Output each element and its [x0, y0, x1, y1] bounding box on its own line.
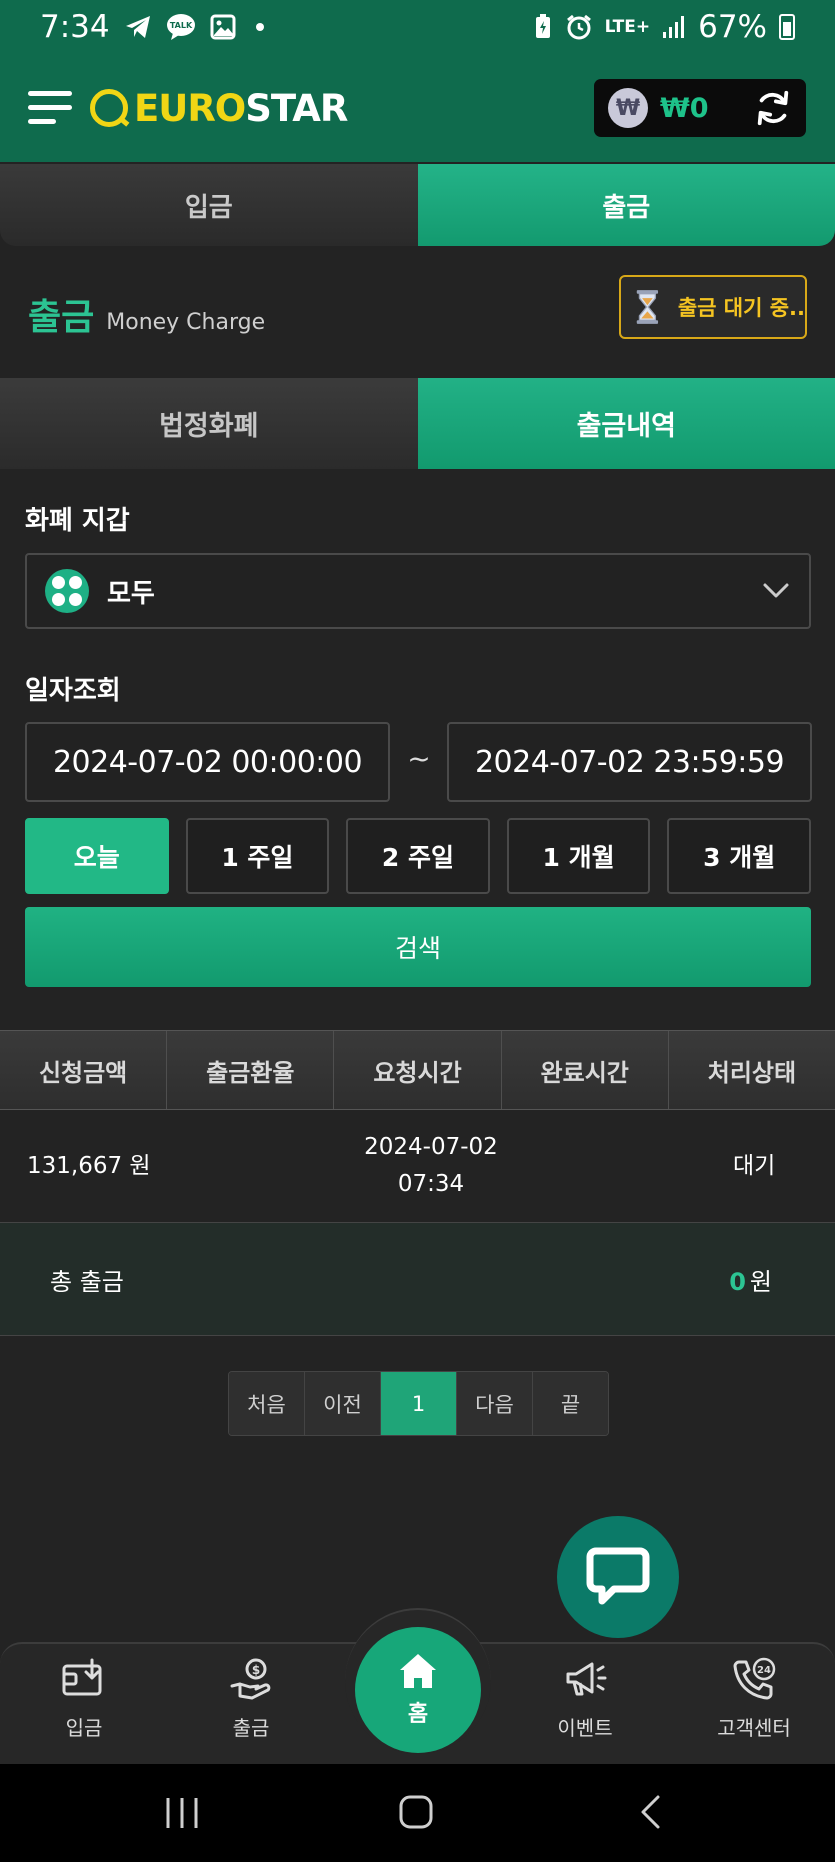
talk-icon: TALK — [166, 14, 195, 40]
cell-request-time: 2024-07-02 07:34 — [350, 1110, 512, 1222]
logo-mark-icon — [90, 89, 128, 127]
all-grid-icon — [45, 569, 89, 613]
pagination: 처음 이전 1 다음 끝 — [228, 1371, 609, 1436]
period-buttons: 오늘 1 주일 2 주일 1 개월 3 개월 — [25, 818, 811, 894]
nav-deposit[interactable]: 입금 — [14, 1656, 154, 1756]
column-header-status: 처리상태 — [707, 1058, 797, 1087]
status-bar: 7:34 TALK LTE+ 67% — [0, 0, 835, 54]
section-subtitle: Money Charge — [106, 310, 266, 335]
nav-support-label: 고객센터 — [717, 1716, 791, 1740]
won-coin-icon: ₩ — [608, 88, 648, 128]
menu-icon[interactable] — [28, 88, 74, 128]
battery-percent: 67% — [698, 9, 767, 45]
column-header-request-time: 요청시간 — [334, 1031, 502, 1109]
column-header-rate: 출금환율 — [167, 1031, 335, 1109]
date-separator: ~ — [407, 742, 431, 775]
cell-request-clock: 07:34 — [397, 1171, 465, 1197]
svg-text:24: 24 — [757, 1665, 771, 1676]
page-next-button[interactable]: 다음 — [457, 1372, 533, 1435]
cell-request-date: 2024-07-02 — [364, 1134, 498, 1160]
page-last-button[interactable]: 끝 — [533, 1372, 608, 1435]
eurostar-logo[interactable]: EUROSTAR — [90, 86, 348, 130]
section-title-ko: 출금 — [28, 297, 95, 338]
cell-rate — [189, 1110, 351, 1222]
column-header-complete-time: 완료시간 — [502, 1031, 669, 1109]
chat-button[interactable] — [557, 1516, 679, 1638]
page-first-button[interactable]: 처음 — [229, 1372, 305, 1435]
wallet-label: 화폐 지갑 — [25, 506, 130, 536]
tab-withdraw-history[interactable]: 출금내역 — [417, 378, 835, 469]
chat-bubble-icon — [586, 1547, 650, 1605]
wallet-deposit-icon — [62, 1658, 102, 1696]
wallet-selected-value: 모두 — [107, 578, 155, 609]
telegram-icon — [125, 16, 150, 38]
period-3month-button[interactable]: 3 개월 — [667, 818, 811, 894]
nav-event-label: 이벤트 — [557, 1716, 613, 1740]
total-row: 총 출금 0원 — [0, 1223, 835, 1336]
wallet-select[interactable]: 모두 — [25, 553, 811, 629]
period-1month-button[interactable]: 1 개월 — [506, 818, 651, 894]
phone-24-icon: 24 — [733, 1657, 776, 1700]
battery-saver-icon — [535, 14, 550, 38]
home-icon — [400, 1654, 436, 1688]
refresh-icon[interactable] — [754, 89, 792, 127]
table-header: 신청금액 출금환율 요청시간 완료시간 처리상태 — [0, 1030, 835, 1110]
signal-icon — [663, 16, 685, 38]
balance-box: ₩ ₩0 — [594, 79, 806, 137]
cell-complete-time — [512, 1110, 674, 1222]
page-prev-button[interactable]: 이전 — [305, 1372, 381, 1435]
withdraw-pending-button[interactable]: 출금 대기 중.. — [619, 275, 807, 339]
nav-deposit-label: 입금 — [65, 1716, 103, 1740]
cell-amount: 131,667 원 — [27, 1152, 151, 1179]
period-today-button[interactable]: 오늘 — [25, 818, 169, 894]
hourglass-icon — [636, 290, 659, 324]
column-header-amount: 신청금액 — [0, 1031, 168, 1109]
nav-withdraw[interactable]: $ 출금 — [181, 1656, 321, 1756]
search-button[interactable]: 검색 — [25, 907, 811, 987]
nav-event[interactable]: 이벤트 — [515, 1656, 655, 1756]
date-search-label: 일자조회 — [25, 676, 121, 706]
svg-text:$: $ — [252, 1663, 260, 1677]
gallery-icon — [210, 14, 236, 40]
total-unit: 원 — [749, 1267, 772, 1296]
end-date-input[interactable]: 2024-07-02 23:59:59 — [447, 722, 812, 802]
section-title: 출금 Money Charge — [28, 288, 265, 340]
tab-deposit[interactable]: 입금 — [0, 164, 418, 246]
alarm-icon — [566, 14, 591, 40]
notification-dot-icon — [255, 23, 264, 31]
page-current-button[interactable]: 1 — [381, 1372, 457, 1435]
battery-icon — [779, 14, 795, 40]
recent-apps-icon[interactable] — [164, 1796, 200, 1830]
status-time: 7:34 — [40, 9, 110, 45]
sub-tabs: 법정화폐 출금내역 — [0, 378, 835, 469]
megaphone-icon — [566, 1662, 607, 1696]
nav-support[interactable]: 24 고객센터 — [684, 1656, 824, 1756]
nav-home-label: 홈 — [407, 1702, 429, 1727]
period-2week-button[interactable]: 2 주일 — [346, 818, 490, 894]
main-tabs: 입금 출금 — [0, 164, 835, 246]
svg-text:TALK: TALK — [169, 21, 192, 30]
home-nav-icon[interactable] — [398, 1794, 434, 1830]
network-type: LTE+ — [604, 17, 651, 37]
nav-withdraw-label: 출금 — [232, 1716, 270, 1740]
hand-coin-icon: $ — [230, 1658, 271, 1700]
period-1week-button[interactable]: 1 주일 — [185, 818, 330, 894]
logo-text-euro: EURO — [134, 86, 246, 130]
start-date-input[interactable]: 2024-07-02 00:00:00 — [25, 722, 390, 802]
logo-text-star: STAR — [245, 86, 348, 130]
cell-status: 대기 — [733, 1152, 776, 1179]
total-label: 총 출금 — [50, 1267, 124, 1296]
total-amount: 0 — [729, 1267, 746, 1296]
chevron-down-icon — [763, 583, 789, 598]
total-value: 0원 — [729, 1262, 772, 1297]
balance-value: ₩0 — [660, 92, 709, 124]
pending-label: 출금 대기 중.. — [677, 296, 805, 320]
android-nav-bar — [0, 1764, 835, 1862]
nav-home[interactable]: 홈 — [355, 1627, 481, 1753]
tab-fiat[interactable]: 법정화폐 — [0, 378, 418, 469]
table-row: 131,667 원 2024-07-02 07:34 대기 — [0, 1110, 835, 1223]
back-icon[interactable] — [638, 1794, 662, 1830]
tab-withdraw[interactable]: 출금 — [417, 164, 835, 246]
